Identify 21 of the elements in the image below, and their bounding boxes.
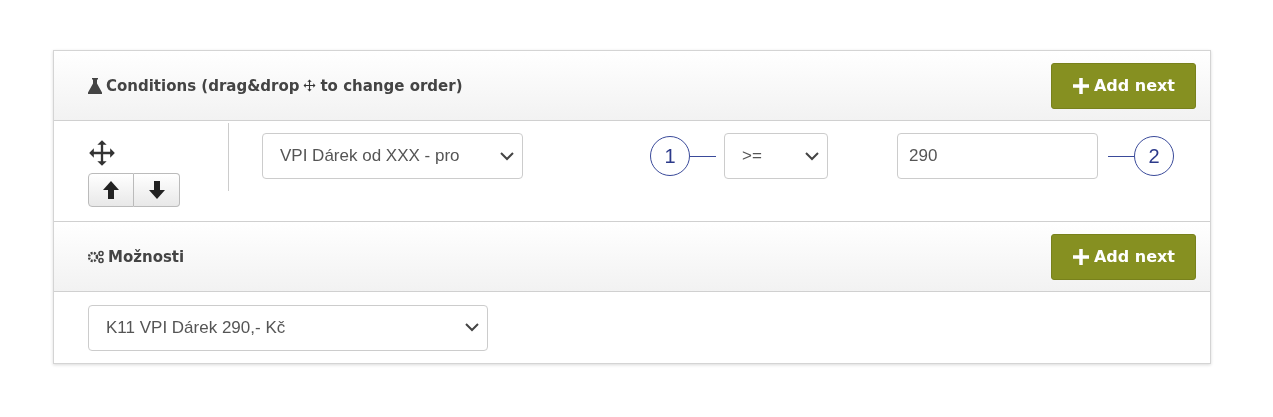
plus-icon (1071, 76, 1090, 95)
move-icon (303, 79, 317, 92)
field-select[interactable]: VPI Dárek od XXX - pro (262, 133, 523, 179)
chevron-icon (465, 323, 479, 332)
option-select[interactable]: K11 VPI Dárek 290,- Kč (88, 304, 488, 351)
chevron-icon (500, 151, 514, 161)
operator-select[interactable]: >= (724, 133, 828, 179)
value-input[interactable]: 290 (897, 133, 1098, 179)
flask-icon (88, 77, 102, 94)
chevron-icon (805, 151, 819, 161)
plus-icon (1071, 247, 1090, 266)
move-up-button[interactable] (88, 173, 134, 207)
leader-line (690, 155, 716, 157)
move-down-button[interactable] (134, 173, 180, 207)
arrow-up-icon (103, 181, 119, 199)
panel-title: to change order) (320, 76, 463, 95)
panel-title: Conditions (drag&drop (106, 76, 300, 95)
move-icon (88, 139, 116, 167)
leader-line (1108, 155, 1134, 157)
panel-title: Možnosti (108, 247, 185, 266)
arrow-down-icon (148, 181, 165, 199)
